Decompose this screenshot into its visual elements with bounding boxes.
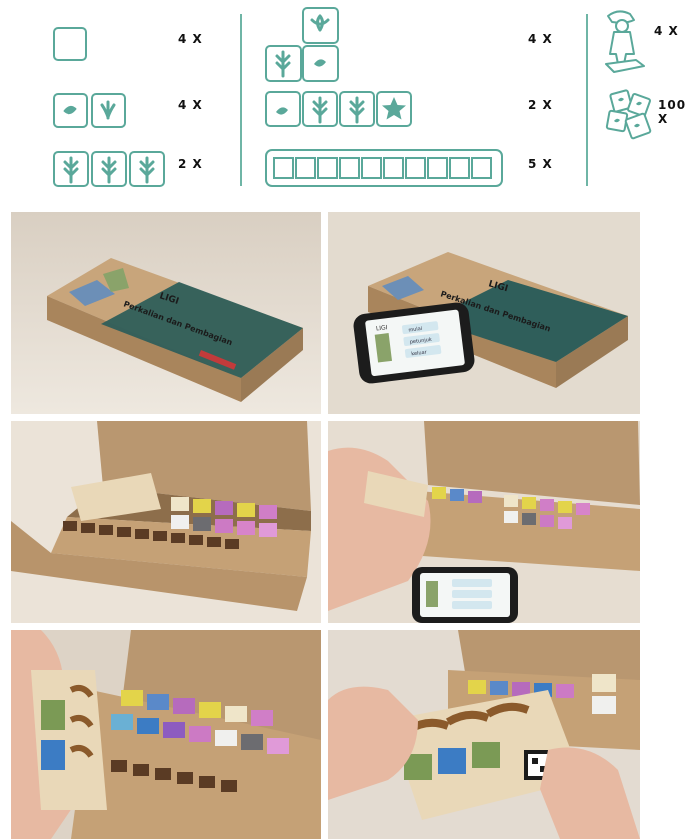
l-shaped-tiles-icon (265, 7, 339, 82)
photo-hands-tray-phone (328, 421, 640, 623)
three-wheat-tiles-icon (53, 151, 165, 187)
l-shaped-tiles-quantity: 4 X (528, 32, 553, 46)
photo-closed-box: LIGI Perkalian dan Pembagian (11, 212, 321, 414)
photo-hands-holding-tray (328, 630, 640, 839)
photo-open-box (11, 421, 321, 623)
three-wheat-tiles-quantity: 2 X (178, 157, 203, 171)
two-leaf-tiles-quantity: 4 X (178, 98, 203, 112)
photo-box-with-phone: LIGI Perkalian dan Pembagian LIGI mulai … (328, 212, 640, 414)
two-leaf-tiles-icon (53, 93, 126, 128)
legend-divider-right (586, 14, 588, 186)
farmer-pawn-quantity: 4 X (654, 24, 679, 38)
dice-pieces-quantity: 100 X (658, 98, 687, 126)
legend-divider-left (240, 14, 242, 186)
four-tile-strip-quantity: 2 X (528, 98, 553, 112)
ten-slot-tray-icon (265, 149, 503, 187)
empty-tile-quantity: 4 X (178, 32, 203, 46)
ten-slot-tray-quantity: 5 X (528, 157, 553, 171)
component-legend: 4 X 4 X 2 X 4 X 2 X 5 X 4 X 100 X (0, 0, 700, 205)
farmer-pawn-icon (605, 10, 645, 73)
empty-tile-icon (53, 27, 87, 61)
four-tile-strip-with-star-icon (265, 91, 412, 127)
photo-hand-tile-tray (11, 630, 321, 839)
dice-pieces-icon (605, 89, 652, 140)
phone-app-title: LIGI (376, 324, 389, 332)
